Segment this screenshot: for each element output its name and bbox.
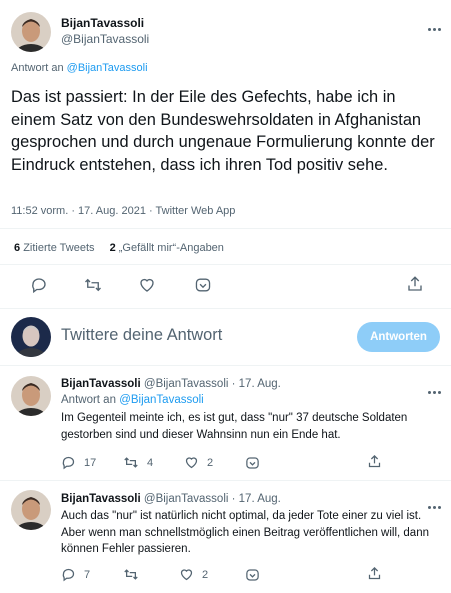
reply-button[interactable]: 17 bbox=[61, 455, 96, 470]
reply-to-prefix: Antwort an bbox=[61, 394, 116, 406]
like-count: 2 bbox=[109, 242, 116, 254]
reply-count: 17 bbox=[84, 456, 97, 469]
quote-label: Zitierte Tweets bbox=[23, 242, 95, 254]
divider bbox=[0, 365, 451, 366]
retweet-button[interactable]: 4 bbox=[123, 455, 153, 470]
retweet-icon bbox=[85, 278, 101, 292]
reply-text: Auch das "nur" ist natürlich nicht optim… bbox=[61, 510, 429, 555]
reply-header: BijanTavassoli @BijanTavassoli · 17. Aug… bbox=[61, 378, 281, 390]
reply-icon bbox=[62, 456, 75, 470]
share-icon bbox=[408, 276, 422, 291]
like-count: 2 bbox=[202, 568, 209, 581]
reply-count: 7 bbox=[84, 568, 91, 581]
reply-avatar[interactable] bbox=[11, 490, 51, 530]
likes-stat[interactable]: 2 „Gefällt mir“-Angaben bbox=[110, 242, 224, 254]
heart-icon bbox=[185, 457, 198, 469]
reply-handle-date[interactable]: @BijanTavassoli · 17. Aug. bbox=[144, 378, 281, 390]
retweet-icon bbox=[124, 457, 138, 468]
reaction-icon bbox=[246, 569, 259, 581]
author-avatar[interactable] bbox=[11, 12, 51, 52]
reply-context: Antwort an @BijanTavassoli bbox=[11, 62, 148, 74]
divider bbox=[0, 480, 451, 481]
more-options-icon[interactable] bbox=[428, 496, 444, 509]
reply-icon bbox=[62, 568, 75, 582]
reply-context: Antwort an @BijanTavassoli bbox=[61, 394, 204, 406]
reply-to-handle-link[interactable]: @BijanTavassoli bbox=[67, 62, 148, 74]
reply-author-name[interactable]: BijanTavassoli bbox=[61, 493, 141, 505]
reply-to-handle-link[interactable]: @BijanTavassoli bbox=[119, 394, 204, 406]
reply-to-prefix: Antwort an bbox=[11, 62, 64, 74]
like-count: 2 bbox=[207, 456, 214, 469]
share-icon bbox=[368, 566, 381, 580]
tweet-text: Das ist passiert: In der Eile des Gefech… bbox=[11, 88, 435, 174]
divider bbox=[0, 264, 451, 265]
reply-handle-date[interactable]: @BijanTavassoli · 17. Aug. bbox=[144, 493, 281, 505]
retweet-icon bbox=[124, 569, 138, 580]
reply-submit-button[interactable]: Antworten bbox=[357, 322, 440, 352]
like-button[interactable]: 2 bbox=[179, 567, 208, 582]
share-button[interactable] bbox=[367, 454, 382, 469]
share-button[interactable] bbox=[406, 275, 424, 293]
retweet-button[interactable] bbox=[83, 276, 103, 294]
heart-icon bbox=[180, 569, 193, 581]
author-handle[interactable]: @BijanTavassoli bbox=[61, 32, 149, 46]
tweet-timestamp[interactable]: 11:52 vorm. · 17. Aug. 2021 · Twitter We… bbox=[11, 205, 235, 217]
reaction-icon bbox=[246, 457, 259, 469]
author-name[interactable]: BijanTavassoli bbox=[61, 16, 144, 30]
react-button[interactable] bbox=[245, 456, 260, 470]
retweet-button[interactable] bbox=[123, 567, 139, 582]
reply-button[interactable]: 7 bbox=[61, 567, 90, 582]
reply-text: Im Gegenteil meinte ich, es ist gut, das… bbox=[61, 412, 408, 441]
like-button[interactable] bbox=[138, 276, 156, 294]
reply-avatar[interactable] bbox=[11, 376, 51, 416]
reply-header: BijanTavassoli @BijanTavassoli · 17. Aug… bbox=[61, 493, 281, 505]
share-icon bbox=[368, 454, 381, 468]
retweet-count: 4 bbox=[147, 456, 154, 469]
reaction-icon bbox=[195, 278, 211, 292]
reply-button[interactable] bbox=[30, 276, 48, 294]
share-button[interactable] bbox=[367, 566, 382, 581]
user-avatar[interactable] bbox=[11, 317, 51, 357]
heart-icon bbox=[140, 278, 154, 292]
reply-author-name[interactable]: BijanTavassoli bbox=[61, 378, 141, 390]
tweet-stats: 6 Zitierte Tweets 2 „Gefällt mir“-Angabe… bbox=[14, 242, 224, 254]
react-button[interactable] bbox=[245, 568, 260, 582]
reply-input[interactable]: Twittere deine Antwort bbox=[61, 326, 222, 345]
quote-count: 6 bbox=[14, 242, 21, 254]
divider bbox=[0, 228, 451, 229]
reply-icon bbox=[32, 278, 46, 294]
react-button[interactable] bbox=[194, 277, 212, 293]
more-options-icon[interactable] bbox=[428, 18, 444, 31]
like-label: „Gefällt mir“-Angaben bbox=[118, 242, 224, 254]
like-button[interactable]: 2 bbox=[184, 455, 213, 470]
more-options-icon[interactable] bbox=[428, 381, 444, 394]
quote-tweets-stat[interactable]: 6 Zitierte Tweets bbox=[14, 242, 98, 254]
divider bbox=[0, 308, 451, 309]
